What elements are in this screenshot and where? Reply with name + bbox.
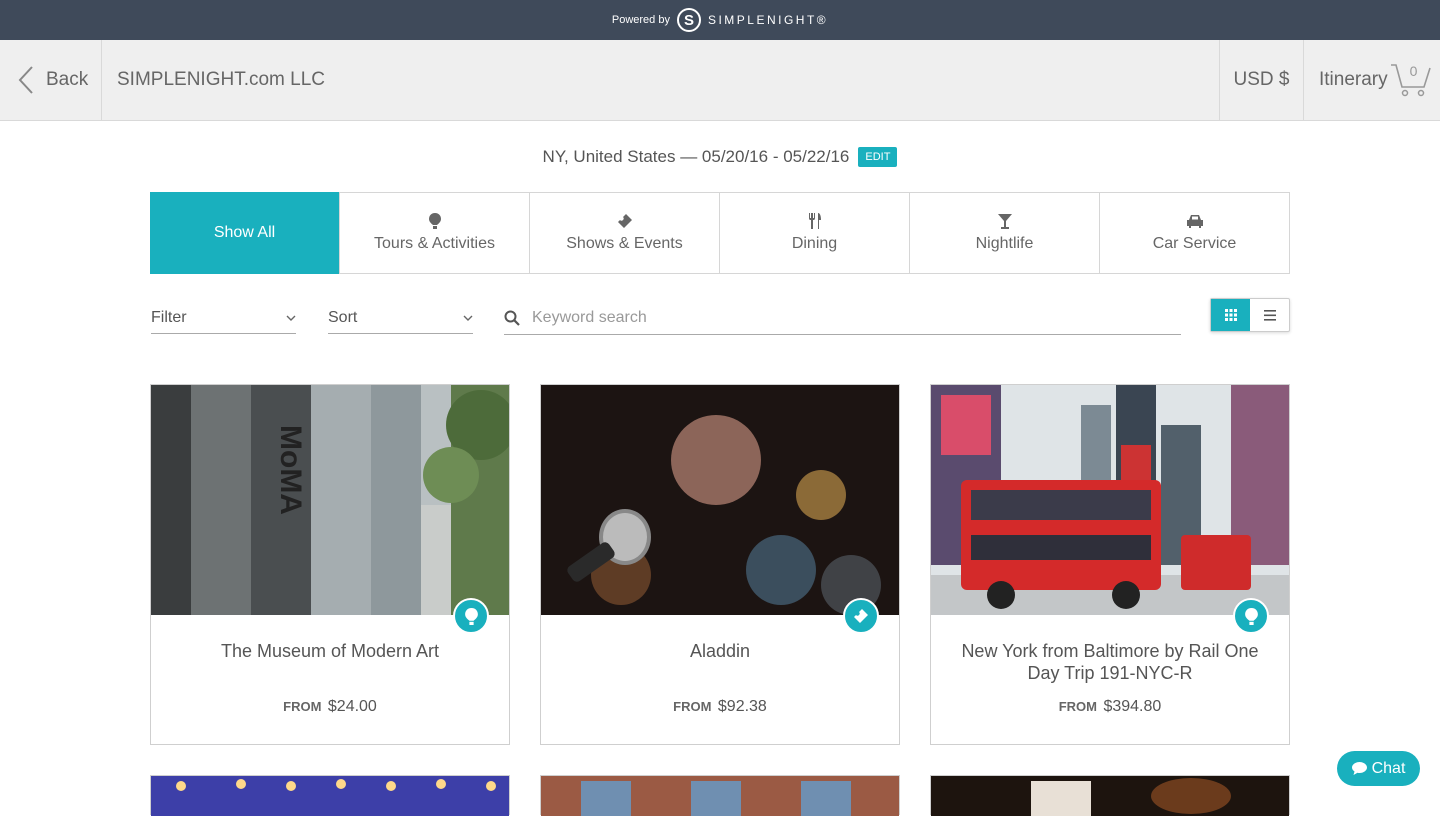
card-title: New York from Baltimore by Rail One Day …: [961, 641, 1259, 683]
itinerary-label: Itinerary: [1319, 69, 1388, 90]
top-header: Back SIMPLENIGHT.com LLC USD $ Itinerary…: [0, 40, 1440, 121]
result-card[interactable]: [540, 775, 900, 816]
card-title: The Museum of Modern Art: [220, 641, 440, 661]
car-icon: [1186, 213, 1204, 229]
chevron-down-icon: [463, 315, 473, 321]
view-toggle: [1210, 298, 1290, 332]
powered-by-banner: Powered by S SIMPLENIGHT®: [0, 0, 1440, 40]
currency-selector[interactable]: USD $: [1219, 40, 1303, 120]
chevron-left-icon: [18, 66, 33, 94]
price-value: $92.38: [717, 698, 767, 715]
grid-view-button[interactable]: [1211, 299, 1250, 331]
card-image-microphone: [541, 385, 899, 615]
result-card[interactable]: New York from Baltimore by Rail One Day …: [930, 384, 1290, 745]
tab-label: Tours & Activities: [374, 235, 495, 252]
hot-air-balloon-icon: [453, 598, 489, 634]
tab-label: Car Service: [1152, 235, 1237, 252]
card-image-concert-lights: [151, 776, 509, 816]
tab-nightlife[interactable]: Nightlife: [909, 193, 1099, 273]
category-tabs: Show All Tours & Activities Shows & Even…: [150, 192, 1290, 274]
grid-icon: [1224, 309, 1237, 321]
filter-dropdown[interactable]: Filter: [151, 302, 296, 334]
chat-button[interactable]: Chat: [1337, 751, 1420, 786]
destination-dates: NY, United States — 05/20/16 - 05/22/16: [542, 147, 850, 166]
hot-air-balloon-icon: [428, 213, 441, 229]
search-input[interactable]: [532, 309, 1132, 327]
chat-label: Chat: [1371, 759, 1406, 777]
result-card[interactable]: [150, 775, 510, 816]
tab-car-service[interactable]: Car Service: [1099, 193, 1289, 273]
chevron-down-icon: [286, 315, 296, 321]
tab-tours-activities[interactable]: Tours & Activities: [339, 193, 529, 273]
from-label: FROM: [673, 699, 712, 714]
results-controls: Filter Sort: [150, 298, 1290, 338]
tab-dining[interactable]: Dining: [719, 193, 909, 273]
svg-text:MoMA: MoMA: [274, 425, 307, 515]
price-value: $24.00: [327, 698, 377, 715]
simplenight-logo-icon: S: [676, 8, 701, 32]
result-card[interactable]: [930, 775, 1290, 816]
result-card[interactable]: Aladdin FROM $92.38: [540, 384, 900, 745]
list-icon: [1263, 309, 1276, 321]
cocktail-icon: [997, 213, 1012, 229]
result-card[interactable]: MoMA The Museum of Modern Art FROM $24.0…: [150, 384, 510, 745]
keyword-search: [504, 302, 1181, 335]
tab-show-all[interactable]: Show All: [150, 192, 339, 274]
tab-label: Show All: [213, 224, 276, 241]
card-image-brick-building: [541, 776, 899, 816]
powered-by-text: Powered by: [611, 14, 670, 26]
ticket-icon: [843, 598, 879, 634]
tab-label: Shows & Events: [566, 235, 683, 252]
card-price: FROM $92.38: [541, 698, 899, 716]
search-icon: [504, 310, 520, 326]
from-label: FROM: [283, 699, 322, 714]
chat-bubble-icon: [1351, 762, 1367, 775]
destination-bar: NY, United States — 05/20/16 - 05/22/16 …: [0, 121, 1440, 193]
tab-shows-events[interactable]: Shows & Events: [529, 193, 719, 273]
card-price: FROM $394.80: [931, 698, 1289, 716]
company-name: SIMPLENIGHT.com LLC: [117, 69, 325, 90]
cart-count: 0: [1409, 63, 1418, 79]
sort-dropdown[interactable]: Sort: [328, 302, 473, 334]
brand-name: SIMPLENIGHT®: [707, 13, 829, 27]
cart-icon: 0: [1390, 62, 1432, 98]
itinerary-button[interactable]: Itinerary 0: [1303, 40, 1440, 120]
tab-label: Dining: [791, 235, 838, 252]
fork-knife-icon: [808, 213, 822, 229]
edit-button[interactable]: EDIT: [858, 147, 898, 167]
tab-label: Nightlife: [975, 235, 1034, 252]
card-title: Aladdin: [689, 641, 751, 661]
card-price: FROM $24.00: [151, 698, 509, 716]
filter-label: Filter: [151, 308, 187, 326]
card-image-orchestra: [931, 776, 1289, 816]
from-label: FROM: [1058, 699, 1097, 714]
hot-air-balloon-icon: [1233, 598, 1269, 634]
list-view-button[interactable]: [1250, 299, 1289, 331]
back-button[interactable]: Back: [0, 40, 102, 120]
price-value: $394.80: [1103, 698, 1162, 715]
card-image-times-square-bus: [931, 385, 1289, 615]
back-label: Back: [46, 69, 89, 90]
sort-label: Sort: [328, 308, 358, 326]
card-image-museum: MoMA: [151, 385, 509, 615]
ticket-icon: [617, 213, 633, 229]
